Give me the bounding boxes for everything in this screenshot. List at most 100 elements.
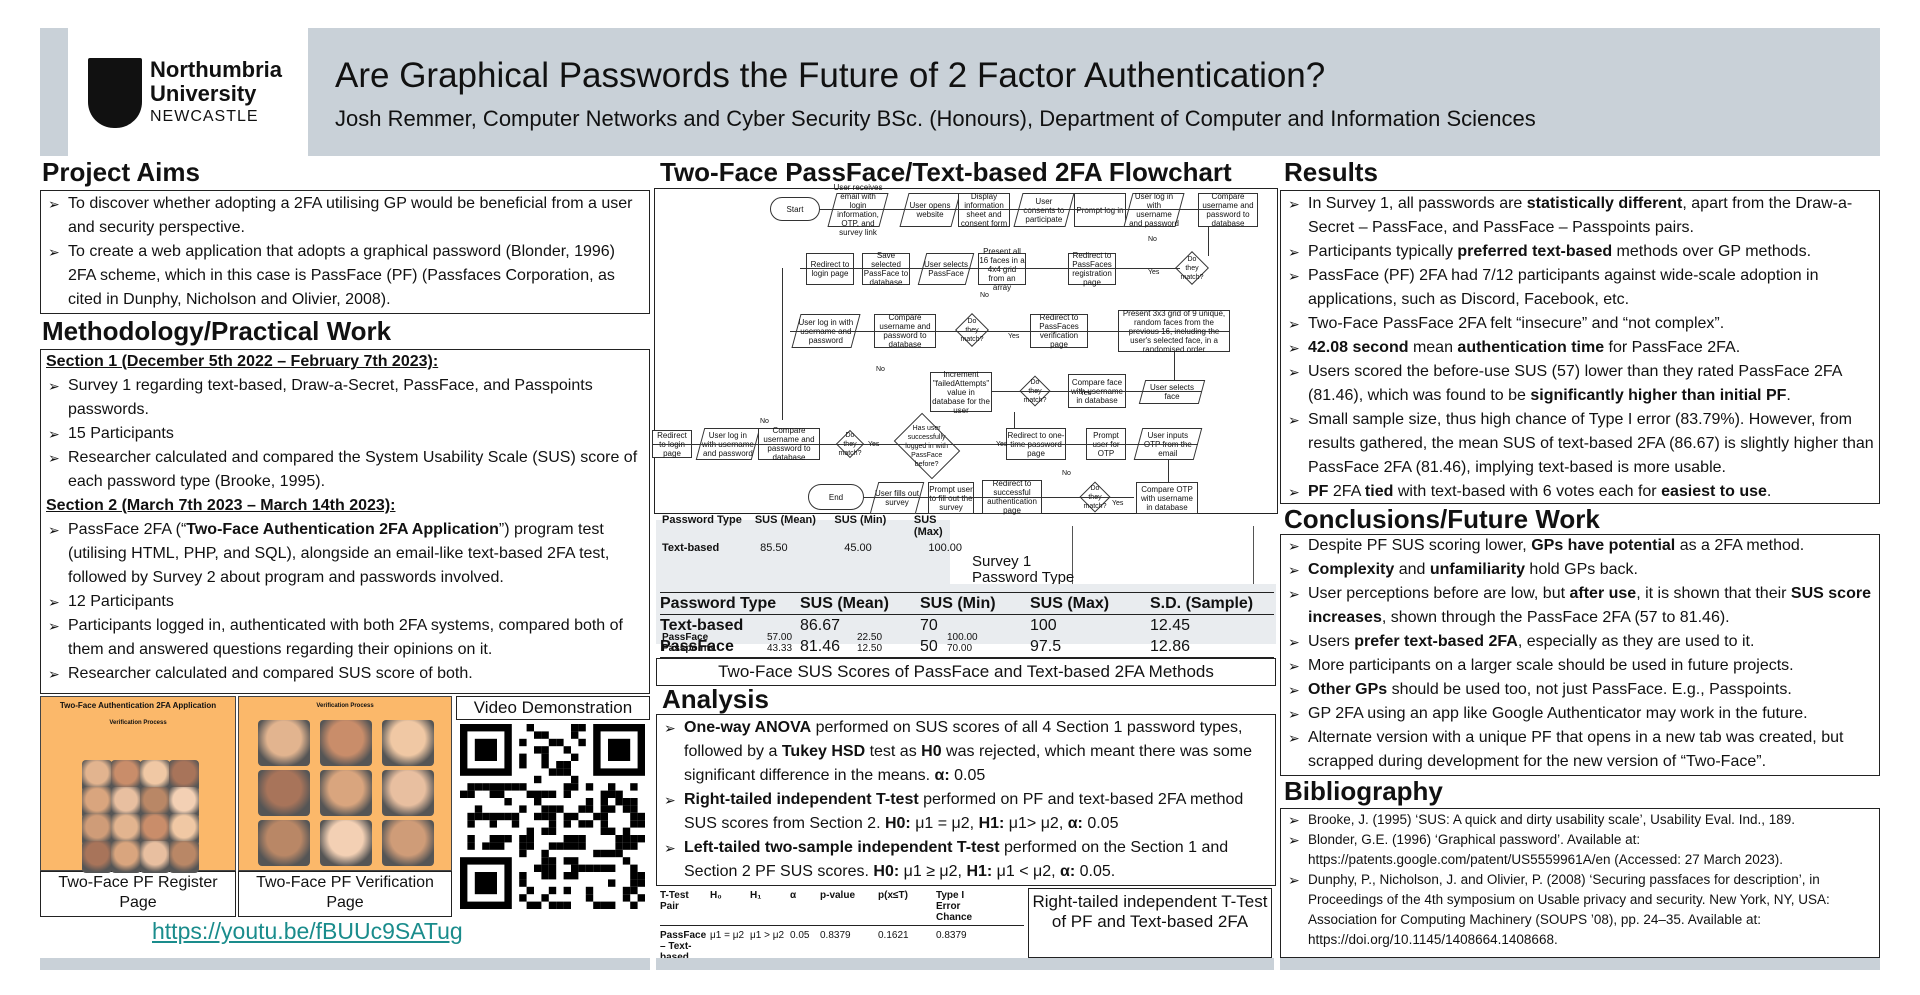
qr-module: [608, 738, 631, 761]
qr-module: [630, 901, 638, 909]
qr-module: [467, 835, 475, 843]
qr-module: [578, 805, 586, 813]
qr-module: [585, 864, 594, 872]
qr-module: [482, 842, 490, 850]
qr-module: [600, 849, 608, 858]
qr-module: [637, 820, 645, 828]
flowchart-node: Start: [770, 197, 820, 221]
flowchart-label: No: [1062, 470, 1071, 477]
qr-module: [504, 783, 512, 791]
qr-module: [541, 731, 549, 739]
qr-module: [571, 842, 579, 850]
flowchart-label: No: [1148, 236, 1157, 243]
conclusions-heading: Conclusions/Future Work: [1284, 504, 1600, 534]
flowchart-connector: [992, 391, 1202, 392]
flowchart-label: Yes: [1112, 500, 1124, 507]
footer-band: [40, 958, 1880, 970]
video-label: Video Demonstration: [473, 698, 633, 717]
face-thumbnail[interactable]: [258, 720, 310, 766]
face-thumbnail[interactable]: [111, 841, 141, 873]
verify-caption: Two-Face PF Verification Page: [256, 874, 434, 911]
poster-subtitle: Josh Remmer, Computer Networks and Cyber…: [335, 106, 1536, 131]
qr-module: [622, 857, 631, 865]
qr-module: [541, 849, 549, 858]
list-item: More participants on a larger scale shou…: [1286, 654, 1876, 678]
qr-module: [600, 827, 608, 835]
list-item: One-way ANOVA performed on SUS scores of…: [662, 716, 1272, 788]
face-thumbnail[interactable]: [320, 720, 372, 766]
analysis-heading: Analysis: [662, 684, 769, 714]
flowchart-node: Compare OTP with username in database: [1136, 482, 1198, 514]
qr-module: [563, 783, 571, 791]
qr-module: [630, 812, 638, 821]
flowchart-connector: [820, 209, 1220, 210]
qr-module: [593, 849, 601, 858]
flowchart-node: User receives email with login informati…: [827, 183, 889, 237]
qr-module: [578, 724, 586, 732]
qr-module: [519, 805, 527, 813]
qr-module: [526, 827, 534, 835]
qr-module: [511, 783, 520, 791]
university-crest-icon: [88, 58, 142, 128]
qr-module: [571, 812, 579, 821]
face-thumbnail[interactable]: [258, 820, 310, 866]
qr-module: [548, 820, 557, 828]
flowchart-node: User opens website: [899, 193, 961, 227]
qr-module: [608, 805, 616, 813]
qr-module: [571, 872, 579, 880]
list-item: Participants typically preferred text-ba…: [1286, 240, 1876, 264]
qr-module: [548, 805, 557, 813]
qr-module: [593, 864, 601, 872]
list-item: 15 Participants: [46, 422, 646, 446]
qr-module: [563, 768, 571, 776]
university-name: Northumbria University: [150, 57, 282, 106]
flowchart-label: No: [876, 366, 885, 373]
method-content: Section 1 (December 5th 2022 – February …: [46, 350, 646, 686]
qr-module: [534, 812, 542, 821]
qr-module: [622, 805, 631, 813]
flowchart-node: Prompt user to fill out the survey: [928, 482, 974, 514]
face-thumbnail[interactable]: [382, 720, 434, 766]
qr-module: [608, 901, 616, 909]
qr-module: [585, 798, 594, 806]
qr-module: [541, 864, 549, 872]
face-thumbnail[interactable]: [382, 820, 434, 866]
face-thumbnail[interactable]: [169, 841, 199, 873]
qr-module: [541, 790, 549, 798]
overlay-table: Password Type SUS (Mean) SUS (Min) SUS (…: [662, 514, 962, 554]
qr-module: [571, 753, 579, 761]
list-item: Survey 1 regarding text-based, Draw-a-Se…: [46, 374, 646, 422]
qr-module: [548, 842, 557, 850]
qr-module: [497, 783, 505, 791]
flowchart-node: Display information sheet and consent fo…: [958, 192, 1010, 228]
qr-module: [556, 768, 564, 776]
qr-module: [474, 783, 483, 791]
qr-module: [548, 886, 557, 895]
ttest-caption: Right-tailed independent T-Test of PF an…: [1032, 892, 1268, 931]
qr-module: [563, 901, 571, 909]
flowchart-connector: [800, 268, 1180, 269]
video-link[interactable]: https://youtu.be/fBUUc9SATug: [152, 918, 463, 945]
face-thumbnail[interactable]: [82, 841, 112, 873]
face-thumbnail[interactable]: [320, 770, 372, 816]
list-item: Blonder, G.E. (1996) ‘Graphical password…: [1286, 830, 1876, 870]
flowchart-node: Present all 16 faces in a 4x4 grid from …: [978, 246, 1026, 292]
qr-module: [519, 783, 527, 791]
face-thumbnail[interactable]: [258, 770, 310, 816]
qr-module: [556, 761, 564, 769]
qr-module: [571, 724, 579, 732]
list-item: Dunphy, P., Nicholson, J. and Olivier, P…: [1286, 870, 1876, 950]
qr-module: [534, 790, 542, 798]
list-item: In Survey 1, all passwords are statistic…: [1286, 192, 1876, 240]
qr-module: [534, 901, 542, 909]
face-thumbnail[interactable]: [382, 770, 434, 816]
qr-module: [541, 805, 549, 813]
face-thumbnail[interactable]: [140, 841, 170, 873]
list-item: To discover whether adopting a 2FA utili…: [46, 192, 646, 240]
qr-module: [563, 835, 571, 843]
qr-module: [578, 835, 586, 843]
qr-module: [489, 842, 497, 850]
face-thumbnail[interactable]: [320, 820, 372, 866]
qr-module: [630, 805, 638, 813]
qr-code-icon[interactable]: [458, 722, 648, 918]
